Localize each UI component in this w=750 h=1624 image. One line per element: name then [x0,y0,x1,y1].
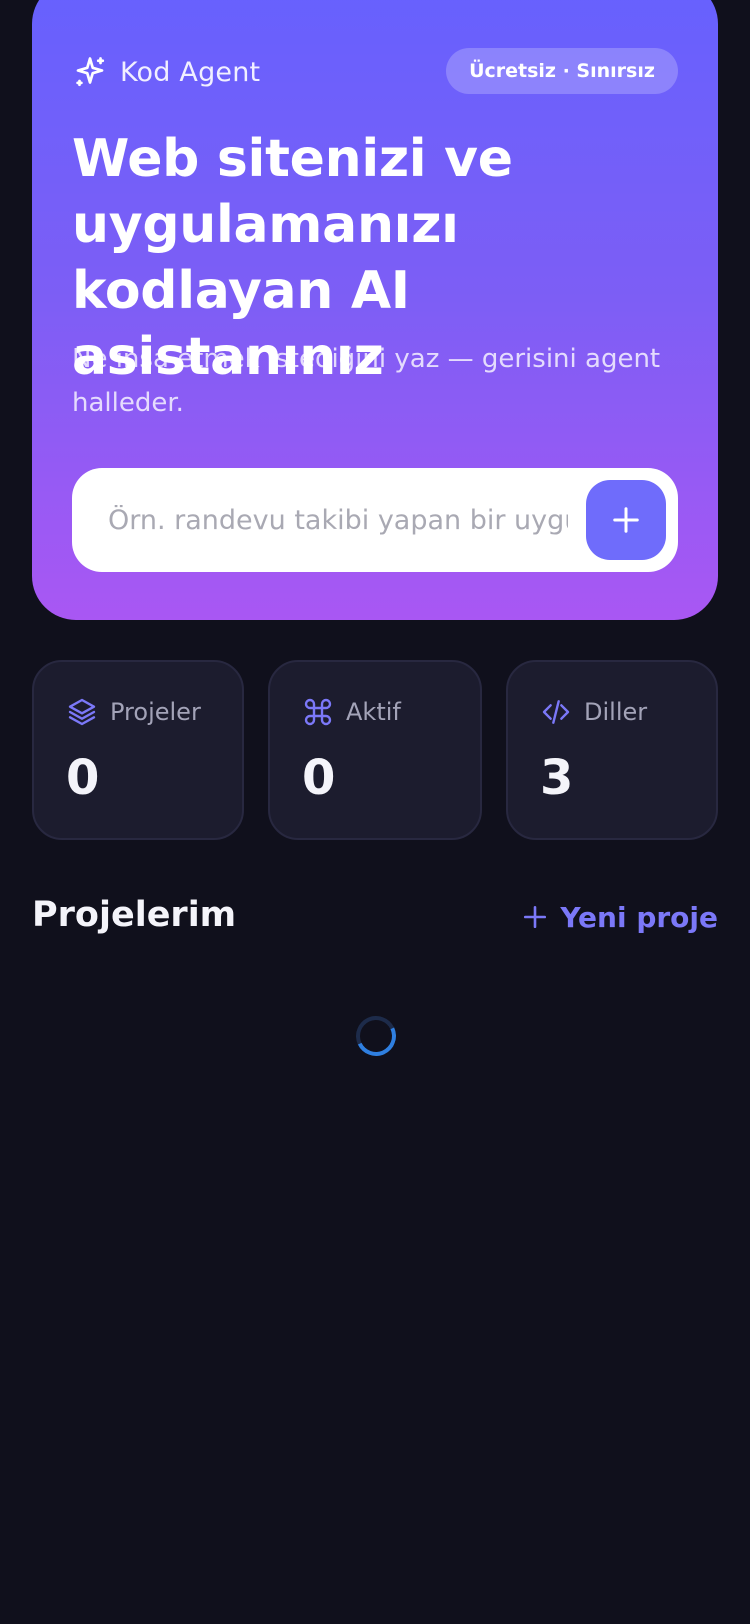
stat-label: Projeler [110,698,201,726]
stat-value: 3 [540,750,574,806]
stat-card-projects: Projeler 0 [32,660,244,840]
plus-icon [613,507,639,533]
new-project-button[interactable]: Yeni proje [522,895,718,939]
stat-label: Diller [584,698,648,726]
plan-badge: Ücretsiz · Sınırsız [446,48,678,94]
hero-subtitle: Ne inşa etmek istediğini yaz — gerisini … [72,344,661,418]
new-project-label: Yeni proje [560,900,718,934]
plus-icon [524,905,547,929]
brand: Kod Agent [72,52,260,92]
prompt-input[interactable] [108,488,568,552]
layers-icon [68,698,96,726]
prompt-box [72,468,678,572]
stat-value: 0 [66,750,100,806]
stat-value: 0 [302,750,336,806]
loading-spinner [350,1010,402,1062]
command-icon [304,698,332,726]
stat-card-languages: Diller 3 [506,660,718,840]
section-title: Projelerim [32,895,237,935]
stat-card-active: Aktif 0 [268,660,482,840]
brand-name: Kod Agent [120,56,261,88]
submit-prompt-button[interactable] [586,480,666,560]
code-icon [542,700,570,724]
stat-label: Aktif [346,698,401,726]
sparkles-icon [76,57,105,87]
